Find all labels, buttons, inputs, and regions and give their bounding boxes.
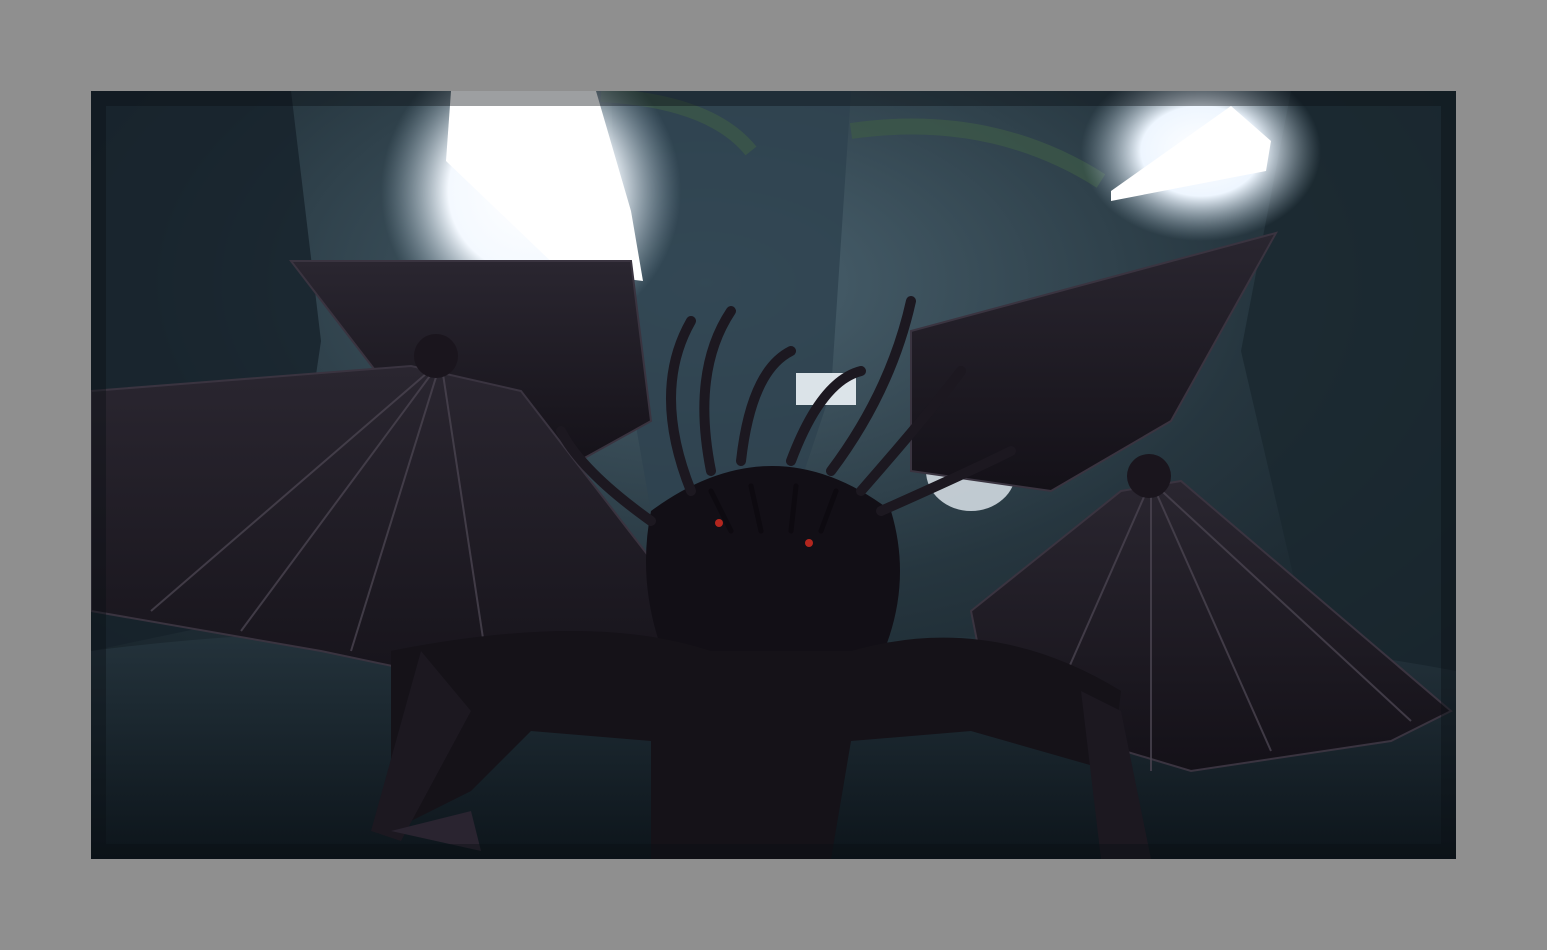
game-screenshot: [91, 91, 1456, 859]
dragon-eye-left: [715, 519, 723, 527]
dragon-scene: [91, 91, 1456, 859]
dragon-eye-right: [805, 539, 813, 547]
left-wing-claw: [414, 334, 458, 378]
right-wing-claw: [1127, 454, 1171, 498]
picture-frame: [0, 0, 1547, 950]
